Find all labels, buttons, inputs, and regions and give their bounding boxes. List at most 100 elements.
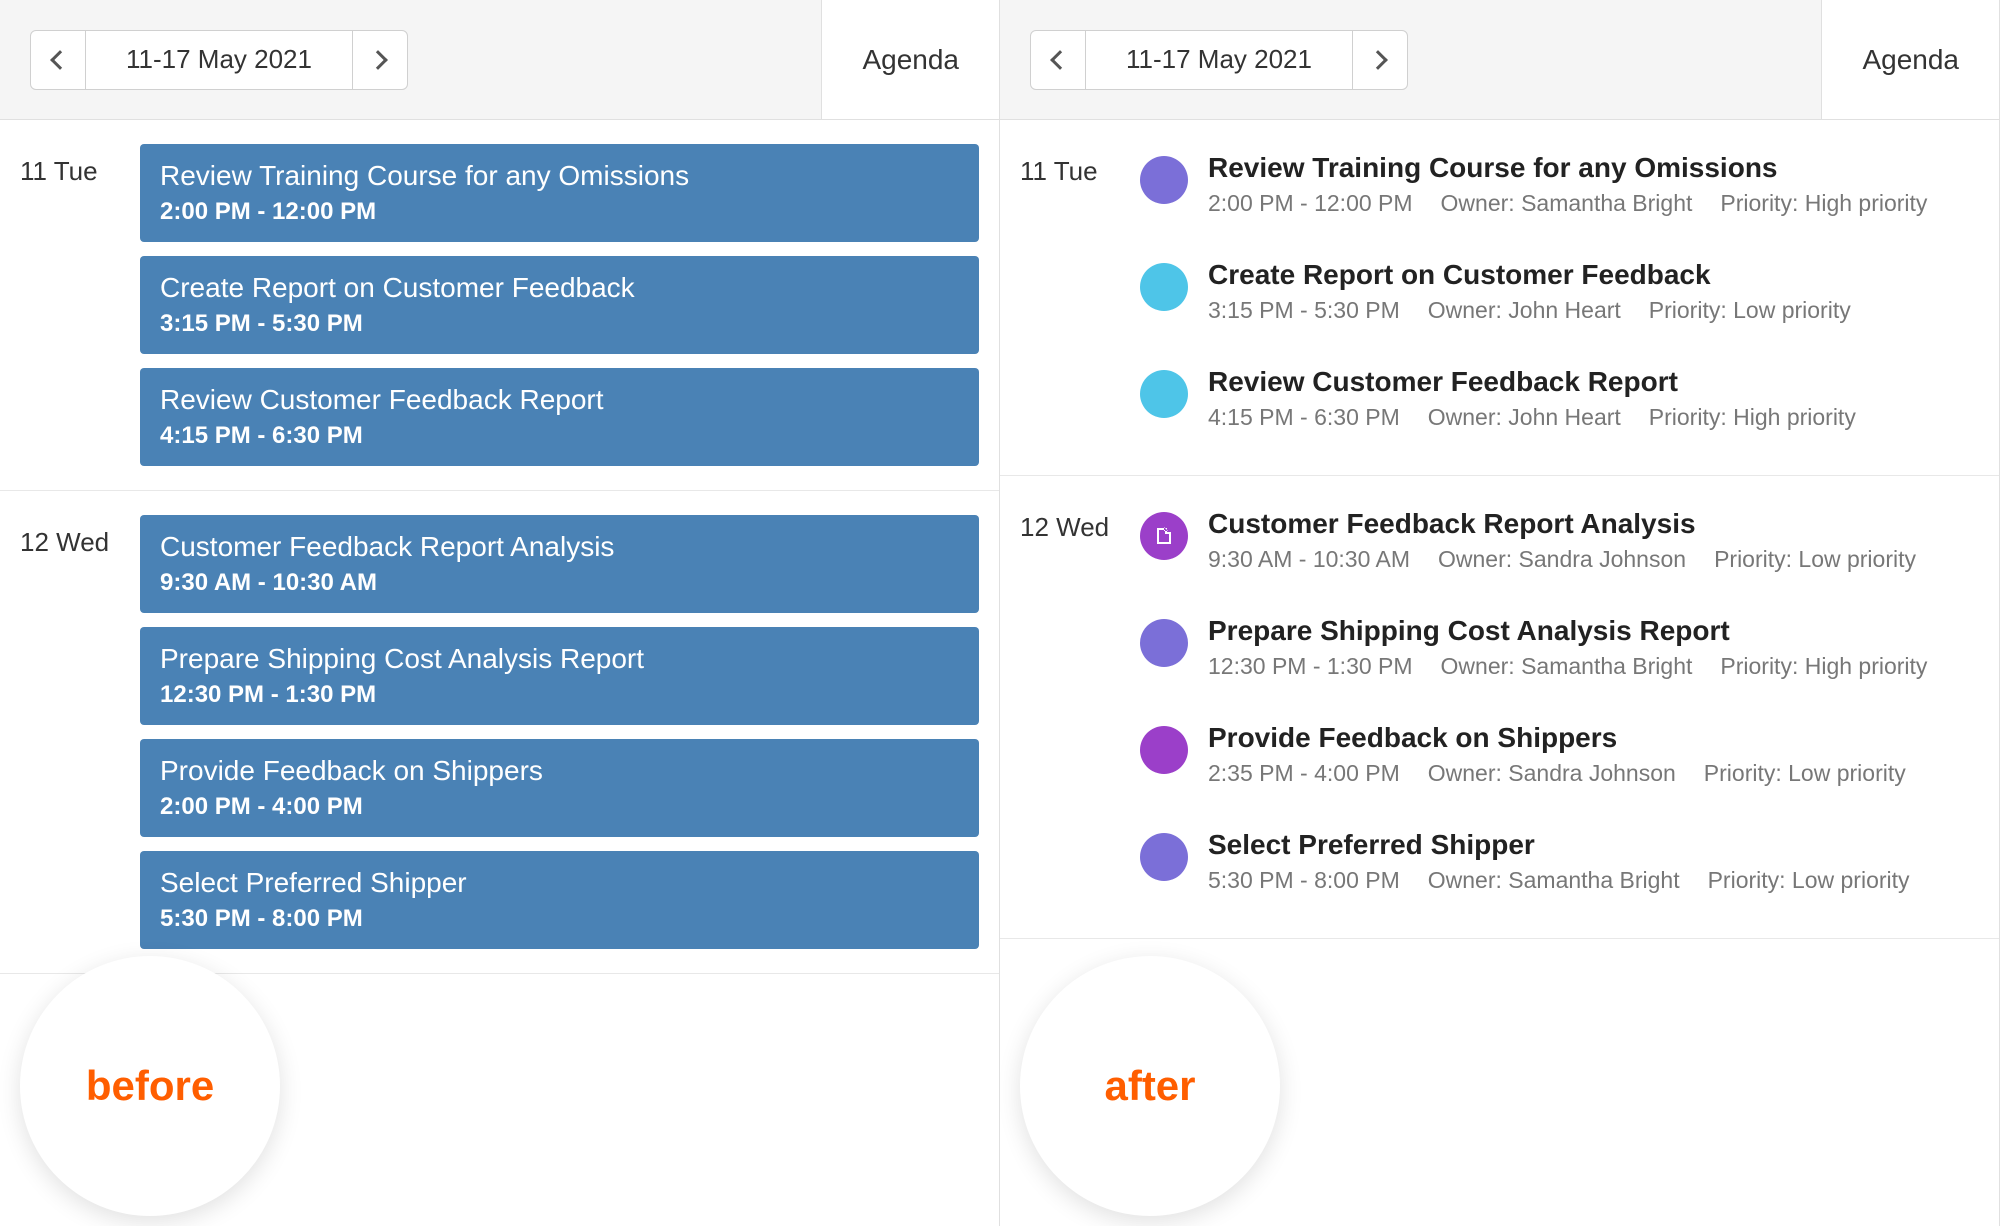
- event-time: 12:30 PM - 1:30 PM: [1208, 653, 1413, 680]
- next-button[interactable]: [1352, 30, 1408, 90]
- event-time: 2:35 PM - 4:00 PM: [1208, 760, 1400, 787]
- day-label: 11 Tue: [0, 144, 140, 466]
- event-time: 2:00 PM - 12:00 PM: [160, 198, 959, 226]
- event-meta: 2:35 PM - 4:00 PM Owner: Sandra Johnson Pr…: [1208, 760, 1979, 787]
- chevron-right-icon: [1368, 50, 1388, 70]
- date-nav: 11-17 May 2021: [30, 30, 408, 90]
- event-priority: Priority: Low priority: [1714, 546, 1916, 573]
- event-title: Select Preferred Shipper: [160, 867, 959, 899]
- agenda-event[interactable]: Customer Feedback Report Analysis 9:30 AM…: [1140, 500, 1979, 593]
- event-owner: Owner: Sandra Johnson: [1438, 546, 1686, 573]
- day-label: 11 Tue: [1000, 144, 1140, 451]
- event-title: Select Preferred Shipper: [1208, 829, 1979, 861]
- event-title: Prepare Shipping Cost Analysis Report: [1208, 615, 1979, 647]
- day-block: 11 Tue Review Training Course for any Omi…: [1000, 120, 1999, 476]
- toolbar: 11-17 May 2021 Agenda: [1000, 0, 1999, 120]
- event-time: 4:15 PM - 6:30 PM: [160, 422, 959, 450]
- event-time: 5:30 PM - 8:00 PM: [160, 905, 959, 933]
- event-meta: 12:30 PM - 1:30 PM Owner: Samantha Bright…: [1208, 653, 1979, 680]
- event-title: Review Customer Feedback Report: [1208, 366, 1979, 398]
- event-meta: 9:30 AM - 10:30 AM Owner: Sandra Johnson P…: [1208, 546, 1979, 573]
- event-title: Customer Feedback Report Analysis: [1208, 508, 1979, 540]
- event-meta: 3:15 PM - 5:30 PM Owner: John Heart Priori…: [1208, 297, 1979, 324]
- export-icon: [1152, 524, 1176, 548]
- agenda-event[interactable]: Provide Feedback on Shippers2:35 PM - 4:…: [1140, 714, 1979, 807]
- event-time: 3:15 PM - 5:30 PM: [1208, 297, 1400, 324]
- agenda-event[interactable]: Prepare Shipping Cost Analysis Report 12:…: [140, 627, 979, 725]
- event-title: Prepare Shipping Cost Analysis Report: [160, 643, 959, 675]
- agenda-event[interactable]: Provide Feedback on Shippers 2:00 PM - 4:…: [140, 739, 979, 837]
- event-priority: Priority: Low priority: [1704, 760, 1906, 787]
- event-time: 9:30 AM - 10:30 AM: [160, 569, 959, 597]
- next-button[interactable]: [352, 30, 408, 90]
- tab-agenda[interactable]: Agenda: [1821, 0, 1999, 119]
- resource-dot-icon: [1140, 833, 1188, 881]
- event-meta: 2:00 PM - 12:00 PMOwner: Samantha Bright…: [1208, 190, 1979, 217]
- event-priority: Priority: High priority: [1649, 404, 1856, 431]
- agenda-event[interactable]: Review Training Course for any Omissions…: [1140, 144, 1979, 237]
- agenda-event[interactable]: Select Preferred Shipper 5:30 PM - 8:00 P…: [140, 851, 979, 949]
- event-title: Review Training Course for any Omissions: [1208, 152, 1979, 184]
- event-time: 2:00 PM - 4:00 PM: [160, 793, 959, 821]
- event-time: 3:15 PM - 5:30 PM: [160, 310, 959, 338]
- before-badge: before: [20, 956, 280, 1216]
- prev-button[interactable]: [30, 30, 86, 90]
- event-meta: 5:30 PM - 8:00 PMOwner: Samantha BrightP…: [1208, 867, 1979, 894]
- day-label: 12 Wed: [0, 515, 140, 949]
- before-pane: 11-17 May 2021 Agenda 11 TueReview Train…: [0, 0, 1000, 1226]
- event-content: Create Report on Customer Feedback 3:15 P…: [1208, 259, 1979, 324]
- agenda-event[interactable]: Create Report on Customer Feedback 3:15 P…: [1140, 251, 1979, 344]
- day-block: 11 TueReview Training Course for any Omi…: [0, 120, 999, 491]
- day-block: 12 Wed Customer Feedback Report Analysis 9…: [1000, 476, 1999, 939]
- badge-label: before: [86, 1062, 214, 1110]
- chevron-right-icon: [368, 50, 388, 70]
- event-title: Review Customer Feedback Report: [160, 384, 959, 416]
- event-owner: Owner: Samantha Bright: [1441, 190, 1693, 217]
- agenda-event[interactable]: Create Report on Customer Feedback 3:15 P…: [140, 256, 979, 354]
- chevron-left-icon: [1050, 50, 1070, 70]
- date-nav: 11-17 May 2021: [1030, 30, 1408, 90]
- agenda-event[interactable]: Review Customer Feedback Report4:15 PM -…: [1140, 358, 1979, 451]
- event-owner: Owner: Sandra Johnson: [1428, 760, 1676, 787]
- event-time: 5:30 PM - 8:00 PM: [1208, 867, 1400, 894]
- event-owner: Owner: Samantha Bright: [1428, 867, 1680, 894]
- agenda-event[interactable]: Review Customer Feedback Report 4:15 PM -…: [140, 368, 979, 466]
- day-block: 12 WedCustomer Feedback Report Analysis9…: [0, 491, 999, 974]
- agenda-event[interactable]: Review Training Course for any Omissions…: [140, 144, 979, 242]
- event-time: 9:30 AM - 10:30 AM: [1208, 546, 1410, 573]
- date-range-label[interactable]: 11-17 May 2021: [86, 30, 352, 90]
- event-content: Select Preferred Shipper 5:30 PM - 8:00 P…: [1208, 829, 1979, 894]
- resource-dot-icon: [1140, 726, 1188, 774]
- events-column: Customer Feedback Report Analysis9:30 AM…: [140, 515, 999, 949]
- after-badge: after: [1020, 956, 1280, 1216]
- event-priority: Priority: Low priority: [1649, 297, 1851, 324]
- day-label: 12 Wed: [1000, 500, 1140, 914]
- event-content: Prepare Shipping Cost Analysis Report 12:…: [1208, 615, 1979, 680]
- event-title: Create Report on Customer Feedback: [1208, 259, 1979, 291]
- event-owner: Owner: John Heart: [1428, 404, 1621, 431]
- resource-dot-icon: [1140, 156, 1188, 204]
- tab-agenda[interactable]: Agenda: [821, 0, 999, 119]
- prev-button[interactable]: [1030, 30, 1086, 90]
- agenda-event[interactable]: Select Preferred Shipper 5:30 PM - 8:00 P…: [1140, 821, 1979, 914]
- event-owner: Owner: Samantha Bright: [1441, 653, 1693, 680]
- event-content: Review Training Course for any Omissions…: [1208, 152, 1979, 217]
- event-title: Provide Feedback on Shippers: [160, 755, 959, 787]
- agenda-event[interactable]: Customer Feedback Report Analysis9:30 AM…: [140, 515, 979, 613]
- events-column: Customer Feedback Report Analysis 9:30 AM…: [1140, 500, 1999, 914]
- after-pane: 11-17 May 2021 Agenda 11 Tue Review Train…: [1000, 0, 2000, 1226]
- events-column: Review Training Course for any Omissions…: [140, 144, 999, 466]
- resource-dot-icon: [1140, 370, 1188, 418]
- event-owner: Owner: John Heart: [1428, 297, 1621, 324]
- event-title: Review Training Course for any Omissions: [160, 160, 959, 192]
- event-time: 12:30 PM - 1:30 PM: [160, 681, 959, 709]
- event-content: Provide Feedback on Shippers2:35 PM - 4:…: [1208, 722, 1979, 787]
- badge-label: after: [1104, 1062, 1195, 1110]
- date-range-label[interactable]: 11-17 May 2021: [1086, 30, 1352, 90]
- agenda-event[interactable]: Prepare Shipping Cost Analysis Report 12:…: [1140, 607, 1979, 700]
- toolbar: 11-17 May 2021 Agenda: [0, 0, 999, 120]
- event-content: Review Customer Feedback Report4:15 PM -…: [1208, 366, 1979, 431]
- events-column: Review Training Course for any Omissions…: [1140, 144, 1999, 451]
- event-title: Create Report on Customer Feedback: [160, 272, 959, 304]
- chevron-left-icon: [50, 50, 70, 70]
